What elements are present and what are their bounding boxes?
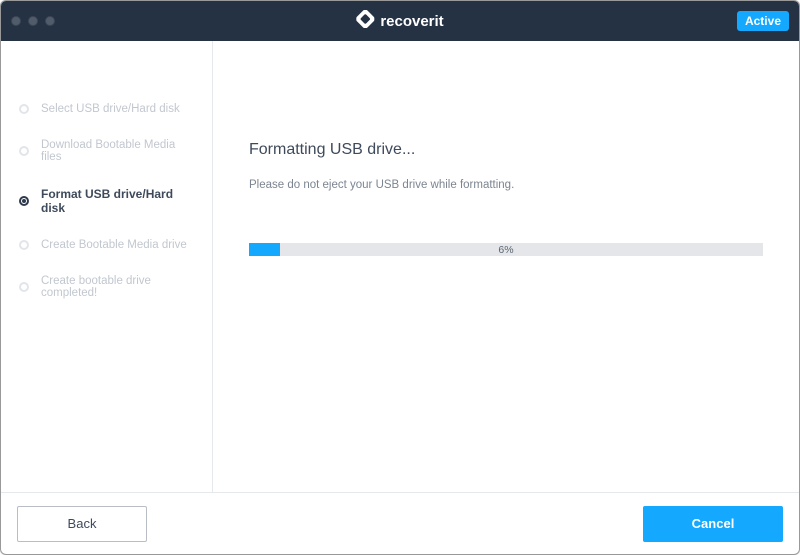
back-button[interactable]: Back: [17, 506, 147, 542]
step-format-drive[interactable]: Format USB drive/Hard disk: [1, 175, 212, 227]
step-label: Create Bootable Media drive: [41, 239, 187, 251]
step-bullet-active-icon: [19, 196, 29, 206]
progress-label: 6%: [498, 244, 513, 256]
titlebar: recoverit Active: [1, 1, 799, 41]
sidebar: Select USB drive/Hard disk Download Boot…: [1, 41, 213, 492]
step-bullet-icon: [19, 240, 29, 250]
step-select-drive[interactable]: Select USB drive/Hard disk: [1, 91, 212, 127]
page-subtext: Please do not eject your USB drive while…: [249, 179, 763, 191]
progress: 6%: [249, 243, 763, 256]
minimize-icon[interactable]: [28, 16, 38, 26]
step-bullet-icon: [19, 282, 29, 292]
step-label: Download Bootable Media files: [41, 139, 194, 163]
step-label: Select USB drive/Hard disk: [41, 103, 180, 115]
app-window: recoverit Active Select USB drive/Hard d…: [0, 0, 800, 555]
step-bullet-icon: [19, 146, 29, 156]
logo-icon: [356, 10, 374, 32]
step-label: Create bootable drive completed!: [41, 275, 194, 299]
close-icon[interactable]: [11, 16, 21, 26]
step-completed[interactable]: Create bootable drive completed!: [1, 263, 212, 311]
active-badge[interactable]: Active: [737, 11, 789, 31]
maximize-icon[interactable]: [45, 16, 55, 26]
cancel-button[interactable]: Cancel: [643, 506, 783, 542]
page-title: Formatting USB drive...: [249, 141, 763, 159]
step-bullet-icon: [19, 104, 29, 114]
brand-text: recoverit: [380, 13, 443, 30]
progress-fill: [249, 243, 280, 256]
body: Select USB drive/Hard disk Download Boot…: [1, 41, 799, 492]
step-download-media[interactable]: Download Bootable Media files: [1, 127, 212, 175]
step-create-media[interactable]: Create Bootable Media drive: [1, 227, 212, 263]
footer: Back Cancel: [1, 492, 799, 554]
window-controls: [11, 16, 55, 26]
step-label: Format USB drive/Hard disk: [41, 187, 194, 215]
main-panel: Formatting USB drive... Please do not ej…: [213, 41, 799, 492]
brand: recoverit: [356, 10, 443, 32]
